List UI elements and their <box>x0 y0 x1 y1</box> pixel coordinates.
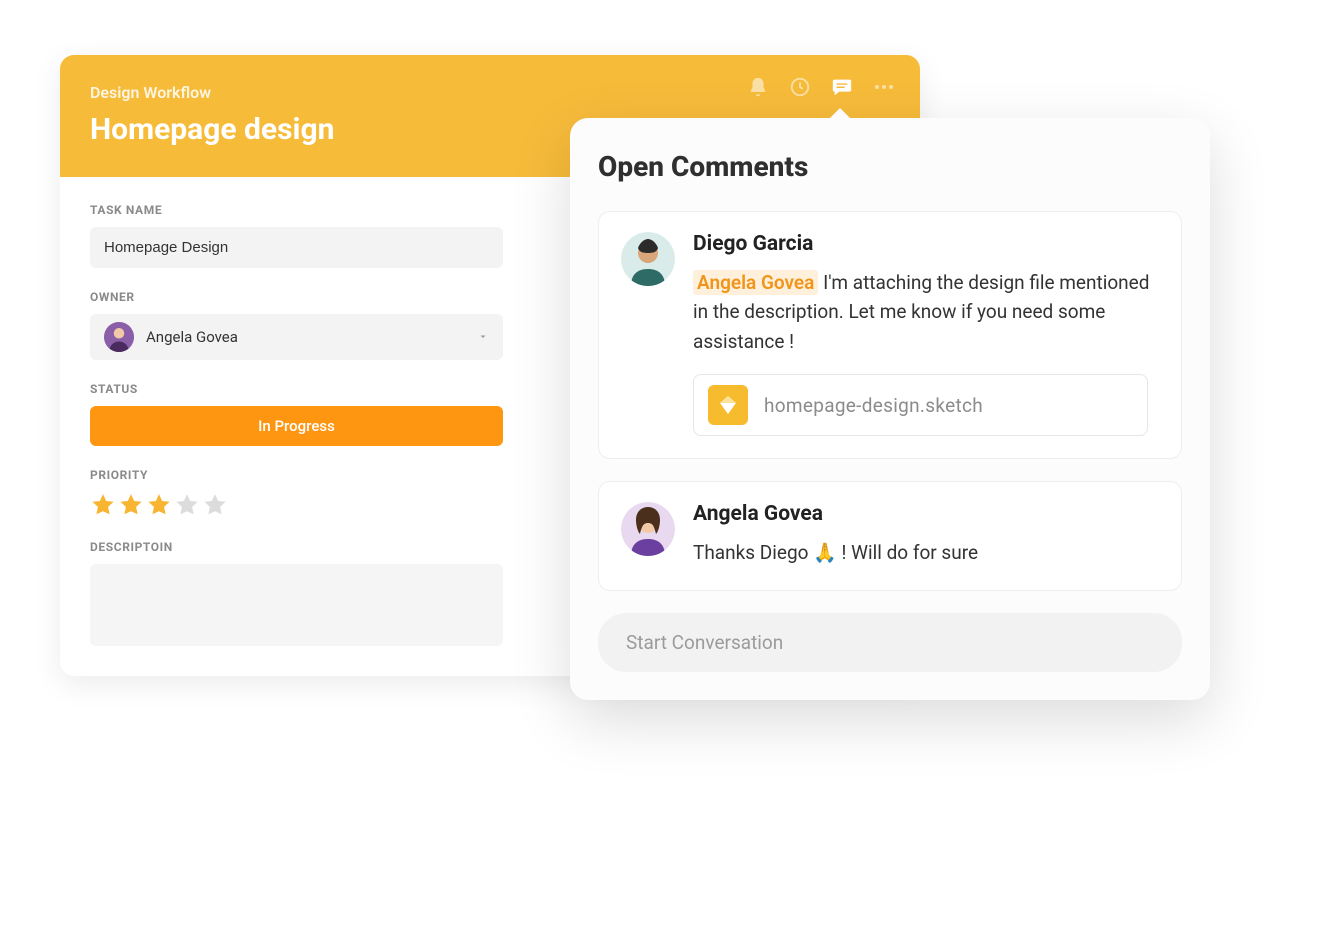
star-1[interactable] <box>90 492 116 518</box>
task-name-input[interactable] <box>90 227 503 268</box>
owner-select[interactable]: Angela Govea <box>90 314 503 360</box>
attachment[interactable]: homepage-design.sketch <box>693 374 1148 436</box>
bell-icon[interactable] <box>746 75 770 99</box>
star-4[interactable] <box>174 492 200 518</box>
star-3[interactable] <box>146 492 172 518</box>
comments-title: Open Comments <box>598 150 1182 183</box>
star-2[interactable] <box>118 492 144 518</box>
more-icon[interactable] <box>872 75 896 99</box>
conversation-input[interactable]: Start Conversation <box>598 613 1182 672</box>
sketch-file-icon <box>708 385 748 425</box>
comment-card: Diego GarciaAngela Govea I'm attaching t… <box>598 211 1182 459</box>
status-pill[interactable]: In Progress <box>90 406 503 446</box>
comment-author: Angela Govea <box>693 502 1159 526</box>
chevron-down-icon <box>477 328 489 347</box>
chat-icon[interactable] <box>830 75 854 99</box>
comment-card: Angela Govea Thanks Diego 🙏 ! Will do for… <box>598 481 1182 590</box>
owner-avatar <box>104 322 134 352</box>
avatar <box>621 232 675 286</box>
comments-list: Diego GarciaAngela Govea I'm attaching t… <box>598 211 1182 591</box>
clock-icon[interactable] <box>788 75 812 99</box>
header-toolbar <box>746 75 896 99</box>
comment-author: Diego Garcia <box>693 232 1159 256</box>
owner-name: Angela Govea <box>146 328 238 346</box>
comment-text: Thanks Diego 🙏 ! Will do for sure <box>693 541 978 564</box>
description-input[interactable] <box>90 564 503 646</box>
comments-panel: Open Comments Diego GarciaAngela Govea I… <box>570 118 1210 700</box>
attachment-name: homepage-design.sketch <box>764 394 983 417</box>
avatar <box>621 502 675 556</box>
mention[interactable]: Angela Govea <box>693 270 818 295</box>
star-5[interactable] <box>202 492 228 518</box>
